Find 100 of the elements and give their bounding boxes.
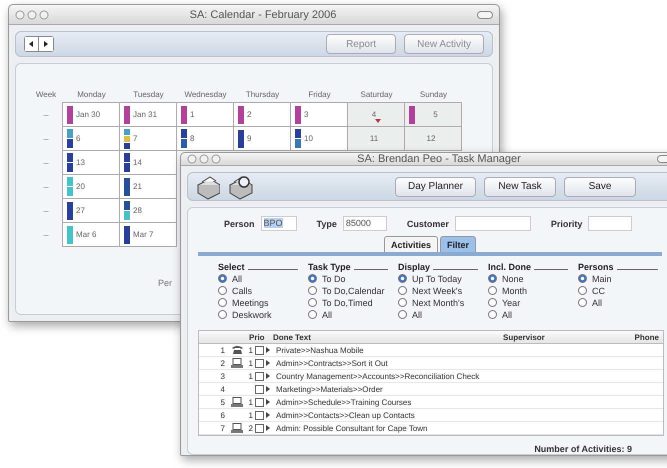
right-triangle-icon[interactable]: [266, 412, 270, 418]
event-bar[interactable]: [67, 106, 73, 124]
table-row[interactable]: 5 1 Admin>>Schedule>>Training Courses: [199, 396, 663, 409]
event-bar[interactable]: [124, 226, 130, 244]
right-triangle-icon[interactable]: [266, 425, 270, 431]
radio-option[interactable]: All: [488, 309, 578, 320]
radio-option[interactable]: All: [308, 309, 398, 320]
date-label: 21: [133, 182, 142, 191]
calendar-day-cell[interactable]: 4: [347, 102, 405, 127]
radio-button[interactable]: [488, 310, 497, 319]
radio-option[interactable]: All: [218, 273, 308, 284]
table-row[interactable]: 3 1 Country Management>>Accounts>>Reconciliation Check: [199, 370, 663, 383]
tab[interactable]: Activities: [384, 236, 438, 252]
calendar-day-cell[interactable]: Mar 7: [119, 222, 177, 247]
radio-button[interactable]: [308, 286, 317, 295]
radio-button[interactable]: [488, 286, 497, 295]
new-task-button[interactable]: New Task: [484, 176, 556, 196]
calendar-day-cell[interactable]: Mar 6: [62, 222, 120, 247]
right-triangle-icon[interactable]: [266, 399, 270, 405]
radio-button[interactable]: [218, 286, 227, 295]
radio-button[interactable]: [578, 274, 587, 283]
day-planner-button[interactable]: Day Planner: [394, 176, 476, 196]
radio-button[interactable]: [218, 310, 227, 319]
table-row[interactable]: 7 2 Admin: Possible Consultant for Cape Town: [199, 422, 663, 435]
radio-option[interactable]: To Do: [308, 273, 398, 284]
right-triangle-icon[interactable]: [266, 386, 270, 392]
calendar-day-cell[interactable]: 11: [347, 126, 405, 151]
calendar-day-cell[interactable]: 1: [176, 102, 234, 127]
radio-button[interactable]: [398, 310, 407, 319]
radio-button[interactable]: [218, 298, 227, 307]
event-bar[interactable]: [67, 202, 73, 220]
radio-option[interactable]: To Do,Calendar: [308, 285, 398, 296]
date-label: 27: [76, 206, 85, 215]
calendar-day-cell[interactable]: 21: [119, 174, 177, 199]
radio-option[interactable]: Next Month's: [398, 297, 488, 308]
checkbox[interactable]: [255, 346, 264, 354]
event-bar[interactable]: [295, 106, 301, 124]
input-field[interactable]: BPO: [260, 216, 297, 231]
checkbox[interactable]: [255, 410, 264, 420]
radio-button[interactable]: [398, 298, 407, 307]
checkbox[interactable]: [255, 358, 264, 368]
event-bar[interactable]: [238, 130, 244, 148]
calendar-day-cell[interactable]: Jan 30: [62, 102, 120, 127]
previous-button[interactable]: [25, 37, 39, 51]
radio-option[interactable]: Up To Today: [398, 273, 488, 284]
event-bar[interactable]: [181, 106, 187, 124]
radio-option[interactable]: Deskwork: [218, 309, 308, 320]
radio-option[interactable]: Month: [488, 285, 578, 296]
event-bar[interactable]: [124, 142, 130, 148]
radio-option[interactable]: To Do,Timed: [308, 297, 398, 308]
checkbox[interactable]: [255, 384, 264, 394]
radio-option[interactable]: All: [398, 309, 488, 320]
right-triangle-icon[interactable]: [266, 347, 270, 353]
table-row[interactable]: 4 Marketing>>Materials>>Order: [199, 383, 663, 396]
table-row[interactable]: 6 1 Admin>>Contacts>>Clean up Contacts: [199, 409, 663, 422]
radio-button[interactable]: [488, 298, 497, 307]
radio-option[interactable]: Year: [488, 297, 578, 308]
radio-option[interactable]: None: [488, 273, 578, 284]
right-triangle-icon[interactable]: [266, 360, 270, 366]
radio-button[interactable]: [308, 274, 317, 283]
event-bar[interactable]: [124, 106, 130, 124]
event-bar[interactable]: [124, 178, 130, 196]
calendar-day-cell[interactable]: 5: [404, 102, 462, 127]
radio-button[interactable]: [488, 274, 497, 283]
window-controls-icon[interactable]: [187, 154, 221, 164]
calendar-day-cell[interactable]: Jan 31: [119, 102, 177, 127]
radio-button[interactable]: [398, 286, 407, 295]
save-button[interactable]: Save: [564, 176, 636, 196]
checkbox[interactable]: [255, 424, 264, 432]
radio-option[interactable]: All: [578, 297, 667, 308]
radio-option[interactable]: CC: [578, 285, 667, 296]
checkbox[interactable]: [255, 372, 264, 380]
calendar-day-cell[interactable]: 2: [233, 102, 291, 127]
window-controls-icon[interactable]: [15, 10, 49, 20]
tab[interactable]: Filter: [440, 236, 476, 252]
radio-button[interactable]: [308, 310, 317, 319]
radio-option[interactable]: Meetings: [218, 297, 308, 308]
radio-button[interactable]: [398, 274, 407, 283]
radio-button[interactable]: [578, 286, 587, 295]
event-bar[interactable]: [409, 106, 415, 124]
radio-option[interactable]: Main: [578, 273, 667, 284]
calendar-day-cell[interactable]: 7: [119, 126, 177, 151]
radio-option[interactable]: Calls: [218, 285, 308, 296]
calendar-day-cell[interactable]: 27: [62, 198, 120, 223]
input-field[interactable]: 85000: [342, 216, 387, 231]
radio-button[interactable]: [578, 298, 587, 307]
input-field[interactable]: [454, 216, 531, 231]
calendar-day-cell[interactable]: 3: [290, 102, 348, 127]
right-triangle-icon[interactable]: [266, 373, 270, 379]
checkbox[interactable]: [255, 398, 264, 406]
calendar-day-cell[interactable]: 9: [233, 126, 291, 151]
table-row[interactable]: 2 1 Admin>>Contracts>>Sort it Out: [199, 357, 663, 370]
radio-button[interactable]: [218, 274, 227, 283]
toolbar-toggle-icon[interactable]: [477, 10, 493, 18]
input-field[interactable]: [588, 216, 632, 231]
radio-option[interactable]: Next Week's: [398, 285, 488, 296]
table-row[interactable]: 1 1 Private>>Nashua Mobile: [199, 344, 663, 357]
radio-button[interactable]: [308, 298, 317, 307]
calendar-day-cell[interactable]: 12: [404, 126, 462, 151]
event-bar[interactable]: [238, 106, 244, 124]
